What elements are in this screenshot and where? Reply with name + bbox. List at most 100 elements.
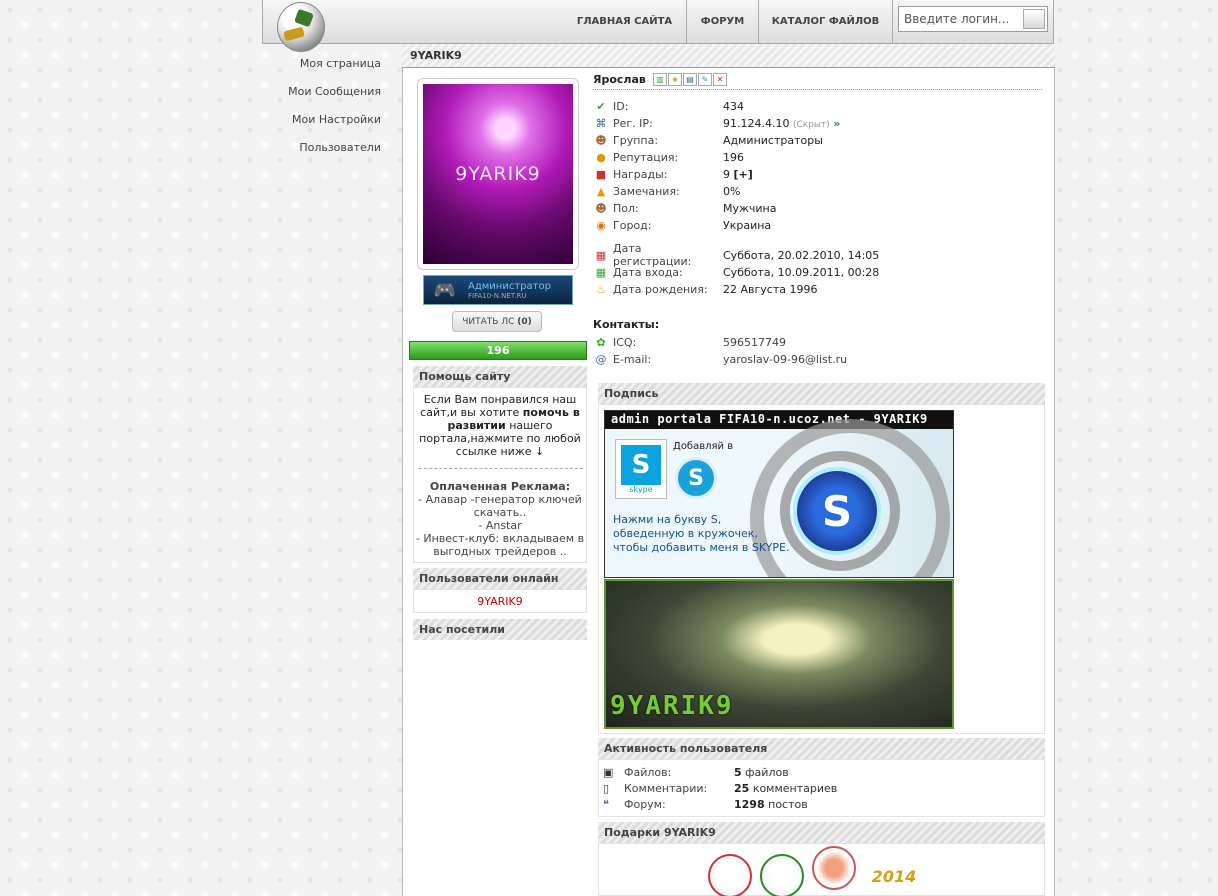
star-icon[interactable]: ★: [668, 73, 682, 86]
skype-logo-letter: S: [621, 444, 661, 485]
page-title: 9YARIK9: [402, 44, 1055, 68]
gift-badge-icon[interactable]: [708, 854, 752, 896]
field-login-date: ▦ Дата входа: Суббота, 10.09.2011, 00:28: [593, 265, 880, 279]
network-icon: ⌘: [595, 116, 607, 130]
torn-banner-image: 9YARIK9: [604, 579, 954, 729]
nav-home[interactable]: ГЛАВНАЯ САЙТА: [563, 0, 686, 43]
contact-email: @ E-mail: yaroslav-09-96@list.ru: [593, 352, 848, 366]
activity-count: 5: [734, 765, 742, 779]
calendar-login-icon: ▦: [595, 265, 607, 279]
menu-my-settings[interactable]: Мои Настройки: [292, 113, 381, 126]
banner-text: 9YARIK9: [610, 691, 734, 721]
field-value: 196: [723, 150, 744, 164]
ads-title: Оплаченная Реклама:: [429, 480, 571, 493]
gift-badge-icon[interactable]: [760, 854, 804, 896]
pencil-icon[interactable]: ✎: [698, 73, 712, 86]
ip-lookup-icon[interactable]: »: [833, 117, 840, 130]
field-value: 22 Августа 1996: [723, 282, 818, 296]
field-label: Репутация:: [613, 150, 679, 164]
gift-icon: ■: [595, 167, 607, 181]
field-birthday: ♨ Дата рождения: 22 Августа 1996: [593, 282, 817, 296]
add-award-link[interactable]: [+]: [734, 168, 753, 181]
field-value: Украина: [723, 218, 772, 232]
field-label: Дата рождения:: [613, 282, 708, 296]
activity-value[interactable]: 5 файлов: [734, 766, 789, 779]
gift-badge-icon[interactable]: 2014: [864, 854, 924, 896]
read-pm-button[interactable]: ЧИТАТЬ ЛС (0): [452, 311, 542, 332]
signature-header: Подпись: [598, 383, 1045, 404]
delete-icon[interactable]: ✕: [713, 73, 727, 86]
awards-count: 9: [723, 167, 730, 181]
field-value: Суббота, 20.02.2010, 14:05: [723, 248, 880, 262]
skype-logo-icon: Sskype: [615, 439, 667, 499]
online-user-link[interactable]: 9YARIK9: [414, 595, 586, 608]
avatar-frame: 9YARIK9: [417, 78, 579, 270]
contacts-title: Контакты:: [593, 318, 660, 331]
login-submit-button[interactable]: [1023, 9, 1045, 29]
ip-hidden-note: (Скрыт): [792, 119, 830, 130]
medal-icon: ●: [596, 150, 606, 164]
skype-add-button-icon[interactable]: S: [793, 467, 881, 555]
field-value: Суббота, 10.09.2011, 00:28: [723, 265, 880, 279]
field-value[interactable]: 596517749: [723, 336, 786, 349]
activity-files: ▣ Файлов: 5 файлов: [603, 765, 789, 779]
rank-site: FIFA10-N.NET.RU: [468, 291, 527, 300]
cake-icon: ♨: [596, 282, 606, 296]
edit-icon[interactable]: ▤: [683, 73, 697, 86]
divider: [419, 468, 583, 469]
email-icon: @: [595, 352, 607, 366]
rank-badge: 🎮 Администратор FIFA10-N.NET.RU: [423, 275, 573, 305]
field-group: ☻ Группа: Администраторы: [593, 133, 823, 147]
activity-header: Активность пользователя: [598, 738, 1045, 759]
activity-count: 1298: [734, 797, 765, 811]
field-value: 0%: [723, 184, 741, 198]
avatar-text: 9YARIK9: [455, 163, 541, 185]
icq-icon: ✿: [596, 335, 606, 349]
field-label: Замечания:: [613, 184, 680, 198]
nav-forum[interactable]: ФОРУМ: [686, 0, 758, 43]
field-reg-date: ▦ Дата регистрации: Суббота, 20.02.2010, 1…: [593, 242, 880, 268]
skype-word: skype: [629, 484, 653, 494]
stats-icon[interactable]: ▥: [653, 73, 667, 86]
field-value: Администраторы: [723, 133, 823, 147]
field-label: Город:: [613, 218, 652, 232]
field-label: Награды:: [613, 167, 668, 181]
field-warnings: ▲ Замечания: 0%: [593, 184, 741, 198]
rank-label: Администратор: [468, 280, 551, 292]
read-pm-label: ЧИТАТЬ ЛС: [462, 316, 515, 327]
city-icon: ◉: [596, 218, 606, 232]
skype-instruction: Нажми на букву S, обведенную в кружочек,…: [613, 513, 790, 554]
activity-label: Комментарии:: [624, 781, 708, 795]
gifts-list: 2014: [708, 846, 924, 896]
activity-value[interactable]: 1298 постов: [734, 798, 808, 811]
football-logo-icon[interactable]: [277, 2, 325, 52]
help-site-text: Если Вам понравился наш сайт,и вы хотите…: [414, 393, 586, 458]
menu-users[interactable]: Пользователи: [299, 141, 381, 154]
nav-files-catalog[interactable]: КАТАЛОГ ФАЙЛОВ: [758, 0, 893, 43]
field-label: ID:: [613, 99, 629, 113]
gift-badge-icon[interactable]: [812, 846, 856, 890]
menu-my-messages[interactable]: Мои Сообщения: [288, 85, 381, 98]
forum-icon: ❝: [603, 797, 609, 811]
add-in-skype-text: Добавляй в: [673, 441, 734, 452]
field-gender: ☻ Пол: Мужчина: [593, 201, 776, 215]
activity-forum: ❝ Форум: 1298 постов: [603, 797, 808, 811]
ad-link[interactable]: - Инвест-клуб: вкладываем в выгодных тре…: [416, 532, 584, 558]
activity-value[interactable]: 25 комментариев: [734, 782, 837, 795]
menu-my-page[interactable]: Моя страница: [300, 57, 381, 70]
activity-count: 25: [734, 781, 750, 795]
field-id: ✔ ID: 434: [593, 99, 744, 113]
visitors-header: Нас посетили: [413, 619, 587, 640]
comments-icon: ▯: [603, 781, 610, 795]
files-icon: ▣: [603, 765, 614, 779]
ad-link[interactable]: - Алавар -генератор ключей скачать..: [418, 493, 582, 519]
field-label: Пол:: [613, 201, 639, 215]
user-actions: ▥ ★ ▤ ✎ ✕: [653, 73, 727, 86]
ad-link[interactable]: - Anstar: [478, 519, 521, 532]
field-awards: ■ Награды: 9 [+]: [593, 167, 753, 181]
skype-banner[interactable]: admin portala FIFA10-n.ucoz.net - 9YARIK…: [604, 410, 954, 578]
activity-unit: постов: [768, 797, 808, 811]
gamepad-icon: 🎮: [433, 279, 457, 301]
field-value[interactable]: yaroslav-09-96@list.ru: [723, 353, 847, 366]
read-pm-count: (0): [517, 316, 532, 327]
